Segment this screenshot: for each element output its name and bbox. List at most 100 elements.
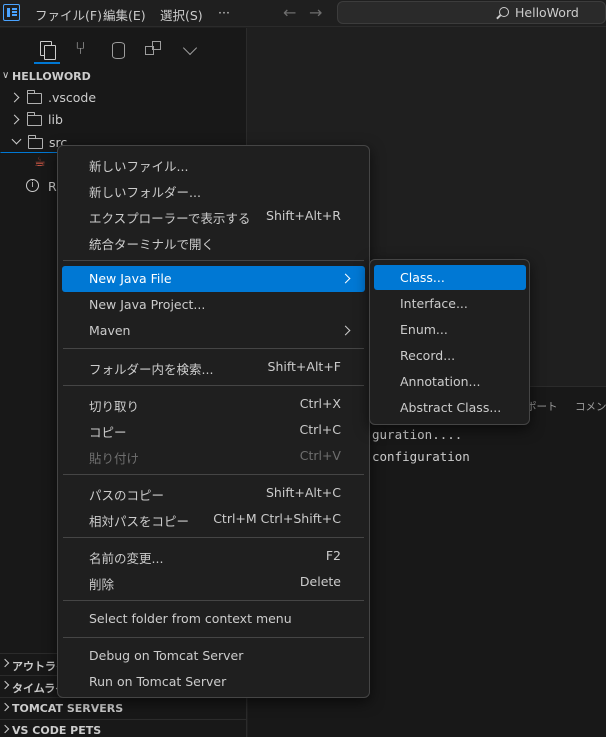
nav-forward-icon[interactable]: →	[309, 3, 322, 22]
menu-item-label: 貼り付け	[89, 451, 140, 466]
menu-more[interactable]: ···	[218, 5, 230, 20]
submenu-item-label: Interface...	[400, 296, 468, 311]
menu-item-label: 切り取り	[89, 399, 140, 414]
menu-item-label: Select folder from context menu	[89, 611, 292, 626]
menu-item-shortcut: Ctrl+V	[299, 448, 341, 463]
chevron-right-icon	[0, 724, 10, 734]
chevron-down-icon	[11, 134, 22, 145]
menu-item-shortcut: Delete	[299, 574, 341, 589]
submenu-enum[interactable]: Enum...	[374, 317, 526, 342]
files-icon[interactable]	[37, 40, 57, 60]
menu-copy-relative-path[interactable]: 相対パスをコピー Ctrl+M Ctrl+Shift+C	[62, 506, 365, 532]
section-label: TOMCAT SERVERS	[12, 702, 124, 715]
menu-item-label: フォルダー内を検索...	[89, 362, 214, 377]
menu-item-label: 相対パスをコピー	[89, 514, 190, 529]
menu-debug-tomcat[interactable]: Debug on Tomcat Server	[62, 643, 365, 669]
menu-edit[interactable]: 編集(E)	[103, 5, 146, 24]
folder-icon	[27, 112, 42, 126]
extensions-icon[interactable]	[143, 40, 163, 60]
submenu-class[interactable]: Class...	[374, 265, 526, 290]
submenu-annotation[interactable]: Annotation...	[374, 369, 526, 394]
title-bar: ファイル(F) 編集(E) 選択(S) ··· ← → HelloWord	[0, 0, 606, 27]
menu-separator	[63, 600, 364, 601]
menu-item-label: Maven	[89, 323, 131, 338]
terminal-line: guration....	[372, 427, 463, 442]
menu-run-tomcat[interactable]: Run on Tomcat Server	[62, 669, 365, 695]
menu-separator	[63, 537, 364, 538]
menu-item-label: 削除	[89, 577, 115, 592]
java-file-submenu: Class... Interface... Enum... Record... …	[369, 259, 530, 425]
menu-new-java-file[interactable]: New Java File	[62, 266, 365, 292]
menu-paste: 貼り付け Ctrl+V	[62, 443, 365, 469]
chevron-down-icon[interactable]: ∨	[2, 70, 9, 81]
nav-back-icon[interactable]: ←	[283, 3, 296, 22]
tree-item-lib[interactable]: lib	[0, 109, 247, 131]
chevron-right-icon	[9, 92, 20, 103]
submenu-record[interactable]: Record...	[374, 343, 526, 368]
java-file-icon: ☕	[34, 155, 46, 170]
source-control-icon[interactable]	[73, 38, 93, 60]
active-tab-indicator	[34, 62, 60, 64]
menu-new-java-project[interactable]: New Java Project...	[62, 292, 365, 318]
tab-ports[interactable]: ポート	[526, 399, 558, 414]
search-text: HelloWord	[515, 5, 579, 20]
menu-cut[interactable]: 切り取り Ctrl+X	[62, 391, 365, 417]
menu-selection[interactable]: 選択(S)	[160, 5, 203, 24]
context-menu: 新しいファイル... 新しいフォルダー... エクスプローラーで表示する Shi…	[57, 145, 370, 698]
submenu-item-label: Abstract Class...	[400, 400, 502, 415]
menu-item-shortcut: Ctrl+X	[299, 396, 341, 411]
menu-item-shortcut: Shift+Alt+F	[267, 359, 341, 374]
menu-file[interactable]: ファイル(F)	[35, 5, 102, 24]
menu-find-in-folder[interactable]: フォルダー内を検索... Shift+Alt+F	[62, 354, 365, 380]
menu-maven[interactable]: Maven	[62, 318, 365, 344]
menu-rename[interactable]: 名前の変更... F2	[62, 543, 365, 569]
command-center-search[interactable]: HelloWord	[337, 1, 606, 24]
menu-reveal-in-explorer[interactable]: エクスプローラーで表示する Shift+Alt+R	[62, 203, 365, 229]
tab-comments[interactable]: コメント	[575, 399, 606, 414]
chevron-right-icon	[0, 658, 10, 668]
menu-item-label: 新しいファイル...	[89, 159, 189, 174]
readme-label-truncated[interactable]: R	[48, 179, 57, 194]
menu-delete[interactable]: 削除 Delete	[62, 569, 365, 595]
menu-separator	[63, 385, 364, 386]
database-icon[interactable]	[108, 40, 128, 60]
menu-item-shortcut: F2	[325, 548, 341, 563]
terminal-line: configuration	[372, 449, 470, 464]
tomcat-servers-section[interactable]: TOMCAT SERVERS	[0, 697, 247, 719]
tree-item-label: lib	[48, 112, 63, 127]
menu-item-label: 新しいフォルダー...	[89, 185, 201, 200]
menu-separator	[63, 260, 364, 261]
submenu-abstract-class[interactable]: Abstract Class...	[374, 395, 526, 420]
menu-item-label: コピー	[89, 425, 127, 440]
chevron-down-icon[interactable]	[180, 40, 200, 60]
menu-item-label: New Java Project...	[89, 297, 206, 312]
menu-separator	[63, 348, 364, 349]
menu-new-folder[interactable]: 新しいフォルダー...	[62, 177, 365, 203]
vscode-logo-icon	[3, 4, 20, 21]
info-icon: i	[26, 179, 39, 192]
menu-item-label: Run on Tomcat Server	[89, 674, 227, 689]
chevron-right-icon	[340, 325, 351, 336]
submenu-item-label: Annotation...	[400, 374, 481, 389]
tree-item-vscode[interactable]: .vscode	[0, 87, 247, 109]
menu-separator	[63, 637, 364, 638]
submenu-item-label: Record...	[400, 348, 456, 363]
menu-item-shortcut: Shift+Alt+C	[265, 485, 341, 500]
vscode-pets-section[interactable]: VS CODE PETS	[0, 719, 247, 737]
menu-item-label: New Java File	[89, 271, 172, 286]
menu-item-shortcut: Ctrl+M Ctrl+Shift+C	[213, 511, 341, 526]
menu-open-in-terminal[interactable]: 統合ターミナルで開く	[62, 229, 365, 255]
menu-copy-path[interactable]: パスのコピー Shift+Alt+C	[62, 480, 365, 506]
menu-item-shortcut: Ctrl+C	[299, 422, 341, 437]
menu-item-label: 統合ターミナルで開く	[89, 237, 215, 252]
menu-select-folder[interactable]: Select folder from context menu	[62, 606, 365, 632]
folder-icon	[28, 135, 43, 149]
explorer-root-title[interactable]: HELLOWORD	[12, 70, 91, 83]
tree-item-label: .vscode	[48, 90, 97, 105]
submenu-item-label: Enum...	[400, 322, 448, 337]
menu-new-file[interactable]: 新しいファイル...	[62, 151, 365, 177]
submenu-interface[interactable]: Interface...	[374, 291, 526, 316]
menu-copy[interactable]: コピー Ctrl+C	[62, 417, 365, 443]
menu-item-shortcut: Shift+Alt+R	[266, 208, 341, 223]
section-label: VS CODE PETS	[12, 724, 102, 737]
